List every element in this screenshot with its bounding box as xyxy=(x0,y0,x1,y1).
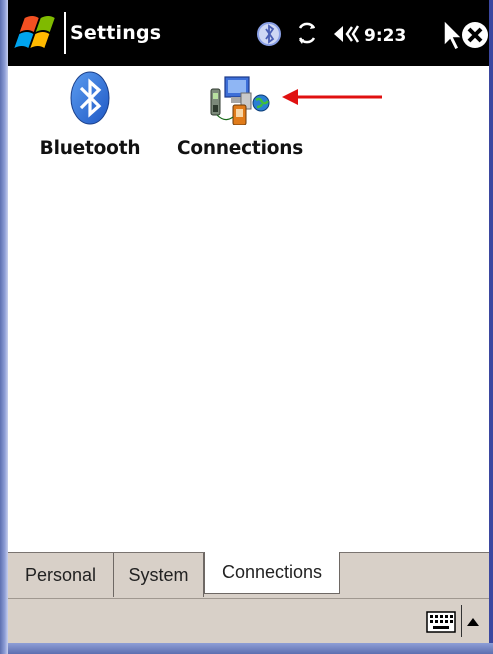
volume-icon[interactable] xyxy=(332,22,362,50)
mouse-cursor-icon xyxy=(443,18,464,52)
right-border xyxy=(489,0,493,654)
bottom-border xyxy=(8,643,493,654)
cursor-and-close xyxy=(442,18,492,54)
input-menu-arrow-icon[interactable] xyxy=(466,613,480,626)
start-menu-icon[interactable] xyxy=(12,12,60,56)
keyboard-icon[interactable] xyxy=(426,611,456,633)
tab-bar: Personal System Connections xyxy=(8,552,489,599)
tab-system[interactable]: System xyxy=(114,553,204,597)
close-icon xyxy=(462,22,488,48)
connections-label: Connections xyxy=(176,138,304,159)
bluetooth-icon xyxy=(26,66,154,130)
tab-personal[interactable]: Personal xyxy=(8,553,114,597)
connectivity-icon[interactable] xyxy=(294,22,320,50)
settings-content: Bluetooth Connections xyxy=(8,66,489,552)
left-border xyxy=(0,0,8,654)
input-separator xyxy=(461,605,462,637)
title-bar: Settings 9:23 xyxy=(8,0,489,66)
tab-personal-label: Personal xyxy=(24,564,97,585)
red-arrow-annotation xyxy=(280,86,390,108)
clock[interactable]: 9:23 xyxy=(364,26,406,46)
window-title: Settings xyxy=(70,22,162,44)
tab-connections[interactable]: Connections xyxy=(204,552,340,594)
title-separator xyxy=(64,12,66,54)
tab-connections-label: Connections xyxy=(221,562,323,582)
status-area: 9:23 xyxy=(256,18,406,54)
screen: Settings 9:23 Bluetooth Connections Pers… xyxy=(0,0,493,654)
bluetooth-status-icon[interactable] xyxy=(256,21,282,51)
bluetooth-item[interactable]: Bluetooth xyxy=(26,66,154,159)
bluetooth-label: Bluetooth xyxy=(39,138,141,159)
connections-item[interactable]: Connections xyxy=(160,66,320,159)
tab-system-label: System xyxy=(128,564,189,585)
command-bar xyxy=(8,599,489,643)
